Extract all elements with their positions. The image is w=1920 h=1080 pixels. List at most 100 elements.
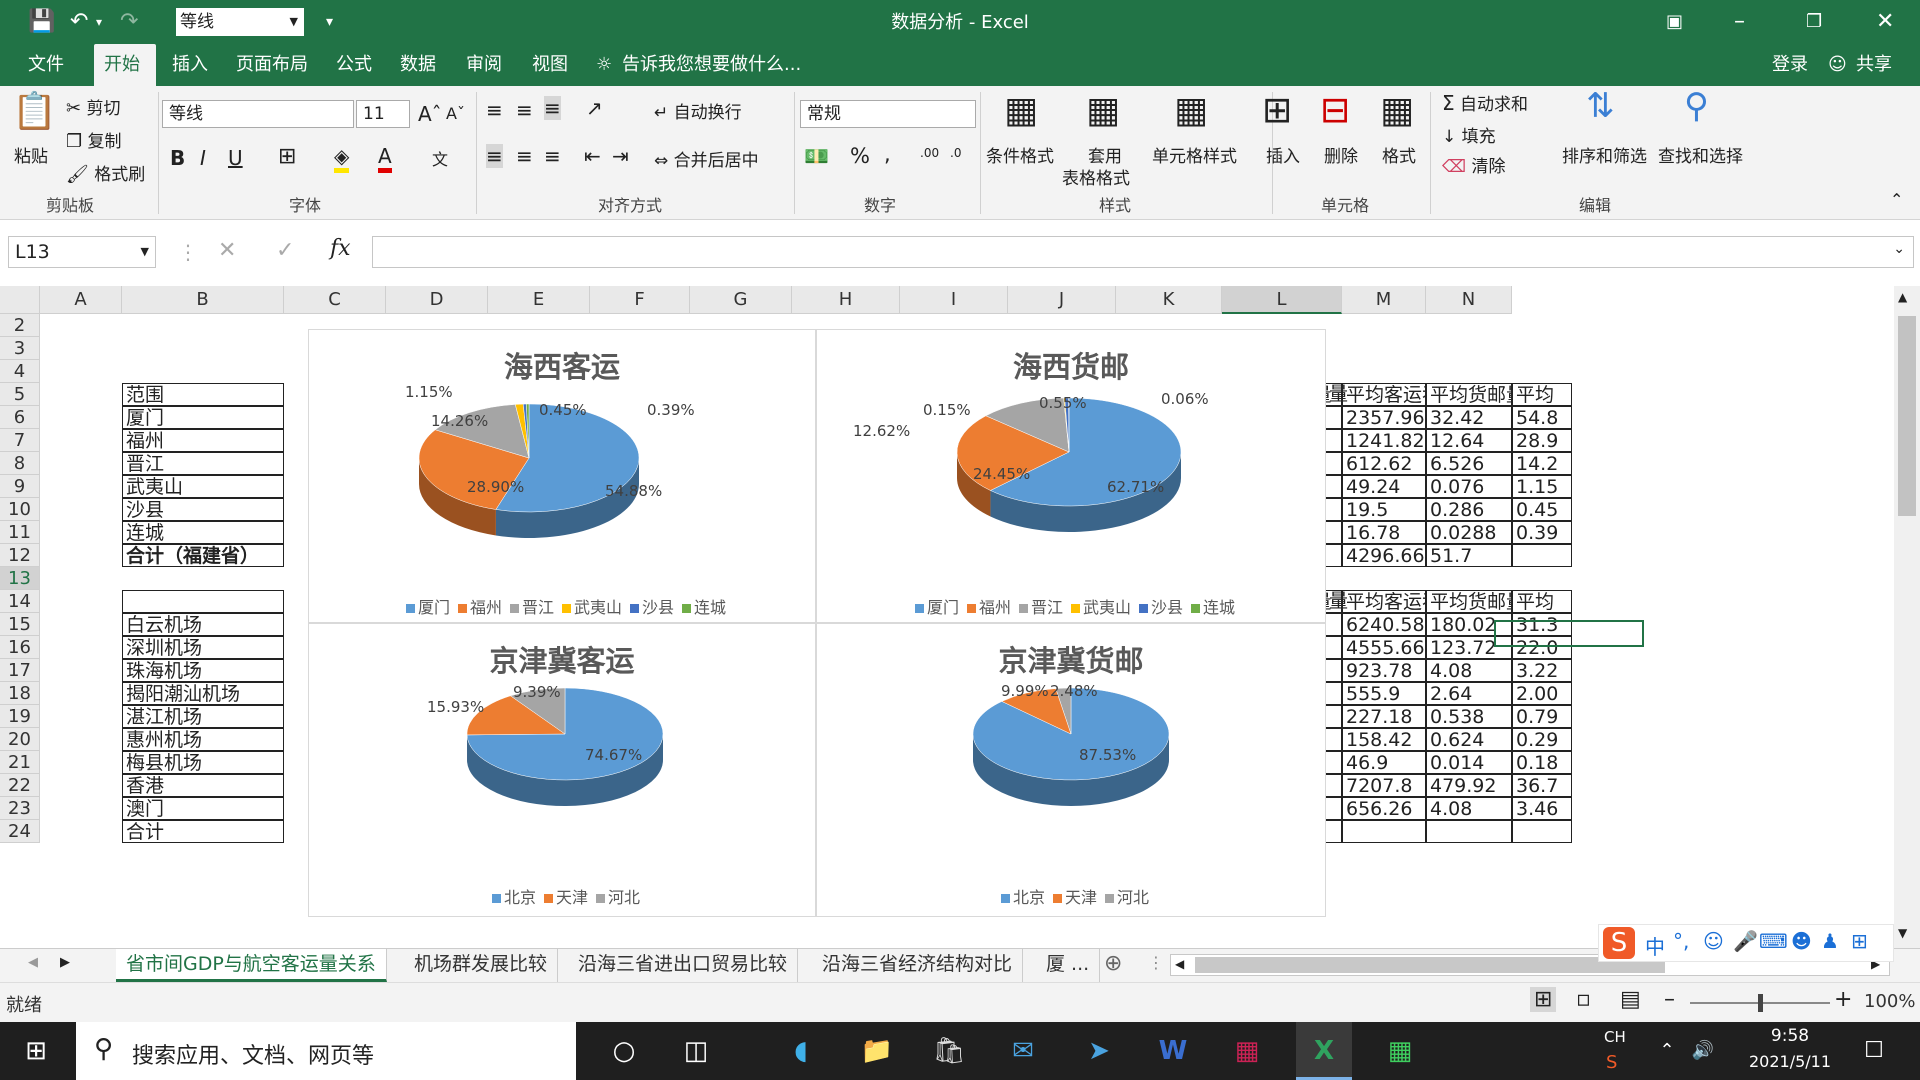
- decrease-indent-icon[interactable]: ⇤: [584, 144, 601, 168]
- redo-icon[interactable]: ↷: [120, 0, 138, 44]
- file-explorer-icon[interactable]: 📁: [852, 1022, 902, 1080]
- delete-cells-button[interactable]: 删除: [1324, 142, 1358, 167]
- align-center-icon[interactable]: ≡: [516, 144, 533, 168]
- format-painter-button[interactable]: 🖌 格式刷: [66, 160, 145, 185]
- cell[interactable]: 656.26: [1342, 797, 1426, 820]
- cell[interactable]: 量: [1326, 590, 1348, 613]
- cell[interactable]: 46.9: [1342, 751, 1426, 774]
- cell[interactable]: 梅县机场: [122, 751, 284, 774]
- clock-time[interactable]: 9:58: [1750, 1026, 1830, 1046]
- row-header-15[interactable]: 15: [0, 613, 40, 636]
- row-header-19[interactable]: 19: [0, 705, 40, 728]
- scroll-thumb[interactable]: [1898, 316, 1916, 516]
- cell[interactable]: 479.92: [1426, 774, 1512, 797]
- format-cells-button[interactable]: 格式: [1382, 142, 1416, 167]
- cell[interactable]: 1.15: [1512, 475, 1572, 498]
- tray-chevron-icon[interactable]: ⌃: [1652, 1022, 1682, 1080]
- close-icon[interactable]: ✕: [1876, 0, 1894, 44]
- cell[interactable]: 平均客运吞: [1342, 383, 1426, 406]
- cell[interactable]: 平均客运吞: [1342, 590, 1426, 613]
- chart-jjj-passenger[interactable]: 京津冀客运 74.67% 15.93% 9.39% 北京 天津 河北: [308, 623, 816, 917]
- chart-haixi-passenger[interactable]: 海西客运 54.88% 28.90% 14.26% 1.15% 0.45% 0.…: [308, 329, 816, 623]
- ime-mode[interactable]: 中: [1645, 931, 1665, 960]
- cell[interactable]: 范围: [122, 383, 284, 406]
- ime-toolbar[interactable]: S 中 °, ☺ 🎤 ⌨ ☻ ♟ ⊞: [1598, 924, 1894, 962]
- cell[interactable]: 4296.66: [1342, 544, 1426, 567]
- sheet-tab[interactable]: 沿海三省经济结构对比: [812, 949, 1024, 982]
- fill-color-icon[interactable]: ◈: [334, 144, 350, 173]
- cell[interactable]: 深圳机场: [122, 636, 284, 659]
- next-sheet-icon[interactable]: ▶: [60, 955, 70, 970]
- comma-icon[interactable]: ,: [884, 142, 891, 166]
- cell[interactable]: 0.29: [1512, 728, 1572, 751]
- cell[interactable]: [1512, 567, 1572, 590]
- orientation-icon[interactable]: ↗: [586, 96, 603, 120]
- cell[interactable]: 1241.82: [1342, 429, 1426, 452]
- cell[interactable]: 0.538: [1426, 705, 1512, 728]
- input-lang[interactable]: CH: [1604, 1028, 1626, 1046]
- sheet-tab-active[interactable]: 省市间GDP与航空客运量关系: [116, 949, 387, 982]
- chart-haixi-cargo[interactable]: 海西货邮 62.71% 24.45% 12.62% 0.15% 0.55% 0.…: [816, 329, 1326, 623]
- cell[interactable]: 28.9: [1512, 429, 1572, 452]
- cell[interactable]: [122, 567, 284, 590]
- tab-formulas[interactable]: 公式: [326, 44, 382, 86]
- table-format-icon[interactable]: ▦: [1086, 90, 1120, 131]
- column-header-F[interactable]: F: [590, 286, 690, 314]
- sort-filter-icon[interactable]: ⇅: [1586, 86, 1615, 126]
- increase-indent-icon[interactable]: ⇥: [612, 144, 629, 168]
- row-header-6[interactable]: 6: [0, 406, 40, 429]
- cell[interactable]: [1342, 820, 1426, 843]
- store-icon[interactable]: 🛍: [924, 1022, 974, 1080]
- word-icon[interactable]: W: [1148, 1022, 1198, 1080]
- cell[interactable]: 0.39: [1512, 521, 1572, 544]
- cell[interactable]: 晋江: [122, 452, 284, 475]
- cell[interactable]: [1426, 314, 1512, 337]
- cortana-icon[interactable]: ○: [604, 1022, 644, 1080]
- zoom-slider[interactable]: [1690, 994, 1830, 1012]
- zoom-level[interactable]: 100%: [1864, 991, 1915, 1012]
- find-select-button[interactable]: 查找和选择: [1658, 142, 1743, 167]
- column-header-K[interactable]: K: [1116, 286, 1222, 314]
- align-left-icon[interactable]: ≡: [486, 144, 503, 168]
- cell[interactable]: 4.08: [1426, 659, 1512, 682]
- row-header-20[interactable]: 20: [0, 728, 40, 751]
- sheet-tab[interactable]: 厦 ...: [1036, 949, 1101, 982]
- cell[interactable]: 2.00: [1512, 682, 1572, 705]
- underline-icon[interactable]: U: [228, 146, 243, 170]
- login-link[interactable]: 登录: [1762, 44, 1818, 86]
- column-header-D[interactable]: D: [386, 286, 488, 314]
- row-header-7[interactable]: 7: [0, 429, 40, 452]
- cell[interactable]: 0.286: [1426, 498, 1512, 521]
- row-header-10[interactable]: 10: [0, 498, 40, 521]
- cell[interactable]: 0.18: [1512, 751, 1572, 774]
- cell[interactable]: 沙县: [122, 498, 284, 521]
- row-header-21[interactable]: 21: [0, 751, 40, 774]
- cell[interactable]: [1426, 820, 1512, 843]
- task-view-icon[interactable]: ◫: [676, 1022, 716, 1080]
- wrap-text-button[interactable]: ↵ 自动换行: [654, 98, 742, 123]
- column-header-B[interactable]: B: [122, 286, 284, 314]
- restore-icon[interactable]: ❐: [1806, 0, 1822, 44]
- cell[interactable]: 珠海机场: [122, 659, 284, 682]
- tab-home[interactable]: 开始: [94, 44, 156, 86]
- cell[interactable]: [1342, 314, 1426, 337]
- font-name-select[interactable]: 等线: [162, 100, 354, 128]
- keyboard-icon[interactable]: ⌨: [1759, 929, 1788, 953]
- align-bottom-icon[interactable]: ≡: [544, 96, 561, 120]
- zoom-in-icon[interactable]: +: [1834, 987, 1852, 1012]
- paint-app-icon[interactable]: ▦: [1222, 1022, 1272, 1080]
- cell[interactable]: 武夷山: [122, 475, 284, 498]
- paste-icon[interactable]: 📋: [12, 90, 57, 132]
- phonetic-icon[interactable]: 文: [432, 146, 448, 170]
- cell[interactable]: 0.45: [1512, 498, 1572, 521]
- mail-icon[interactable]: ✉: [998, 1022, 1048, 1080]
- cell[interactable]: 51.7: [1426, 544, 1512, 567]
- format-cells-icon[interactable]: ▦: [1380, 90, 1414, 131]
- cell[interactable]: [1426, 567, 1512, 590]
- cell[interactable]: 平均货邮量: [1426, 590, 1512, 613]
- cell[interactable]: [1512, 360, 1572, 383]
- paste-button[interactable]: 粘贴: [14, 142, 48, 167]
- enter-icon[interactable]: ✓: [276, 238, 294, 263]
- cell[interactable]: 澳门: [122, 797, 284, 820]
- cell[interactable]: 12.64: [1426, 429, 1512, 452]
